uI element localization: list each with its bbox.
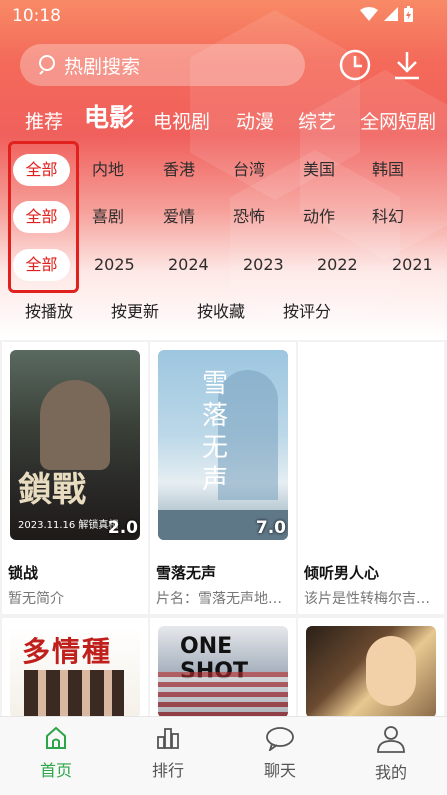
rank-icon <box>157 728 179 749</box>
poster-title: 鎖戰 <box>18 470 86 510</box>
filter-genre-option[interactable]: 科幻 <box>372 199 404 235</box>
filter-genre-option[interactable]: 动作 <box>303 199 335 235</box>
sort-options: 按播放 按更新 按收藏 按评分 <box>0 296 447 328</box>
movie-title: 雪落无声 <box>156 564 217 582</box>
wifi-icon <box>360 7 378 21</box>
filter-region-option[interactable]: 美国 <box>303 152 335 188</box>
filter-highlight-box <box>8 141 79 293</box>
movie-score: 2.0 <box>107 518 138 538</box>
movie-card[interactable]: 多情種 <box>2 618 148 718</box>
movie-card[interactable]: ONE SHOT <box>150 618 296 718</box>
filter-year-option[interactable]: 2024 <box>168 247 209 283</box>
nav-chat-label: 聊天 <box>263 761 296 780</box>
nav-chat[interactable]: 聊天 <box>240 725 320 781</box>
filter-year-option[interactable]: 2022 <box>317 247 358 283</box>
status-icons <box>360 6 413 22</box>
tab-recommend[interactable]: 推荐 <box>25 107 63 134</box>
signal-icon <box>384 7 398 21</box>
poster-figure <box>40 380 110 470</box>
nav-profile[interactable]: 我的 <box>351 725 431 783</box>
download-icon[interactable] <box>390 48 424 82</box>
movie-grid: 鎖戰 2023.11.16 解锁真相 2.0 锁战 暂无简介 雪落无声 7.0 … <box>0 340 447 720</box>
filter-region-option[interactable]: 内地 <box>92 152 124 188</box>
filter-year-option[interactable]: 2021 <box>392 247 433 283</box>
nav-profile-label: 我的 <box>374 763 407 782</box>
home-icon <box>46 726 66 749</box>
search-placeholder: 热剧搜索 <box>64 55 141 78</box>
sort-by-update[interactable]: 按更新 <box>111 296 159 328</box>
tab-variety[interactable]: 综艺 <box>298 107 336 134</box>
bottom-nav: 首页 排行 聊天 我的 <box>0 716 447 795</box>
tab-movie[interactable]: 电影 <box>84 98 134 134</box>
movie-description: 该片是性转梅尔吉… <box>304 591 430 607</box>
battery-icon <box>404 6 413 22</box>
filter-year-option[interactable]: 2025 <box>94 247 135 283</box>
movie-poster[interactable] <box>306 350 436 540</box>
tab-tv[interactable]: 电视剧 <box>153 107 210 134</box>
nav-rank-label: 排行 <box>151 761 184 780</box>
filter-year-option[interactable]: 2023 <box>243 247 284 283</box>
sort-by-plays[interactable]: 按播放 <box>25 296 73 328</box>
movie-poster[interactable]: 雪落无声 7.0 <box>158 350 288 540</box>
sort-by-favorites[interactable]: 按收藏 <box>197 296 245 328</box>
movie-card[interactable]: 鎖戰 2023.11.16 解锁真相 2.0 锁战 暂无简介 <box>2 342 148 614</box>
movie-score: 7.0 <box>255 518 286 538</box>
movie-card[interactable]: 雪落无声 7.0 雪落无声 片名：雪落无声地… <box>150 342 296 614</box>
status-time: 10:18 <box>12 6 61 26</box>
poster-subtitle: 2023.11.16 解锁真相 <box>18 520 119 531</box>
movie-poster[interactable]: 鎖戰 2023.11.16 解锁真相 2.0 <box>10 350 140 540</box>
poster-figure <box>366 636 416 706</box>
filter-genre-option[interactable]: 爱情 <box>163 199 195 235</box>
profile-icon <box>377 726 405 753</box>
sort-by-rating[interactable]: 按评分 <box>283 296 331 328</box>
poster-title: 多情種 <box>22 635 113 668</box>
movie-title: 锁战 <box>8 564 39 582</box>
chat-icon <box>266 727 294 753</box>
movie-title: 倾听男人心 <box>304 564 380 582</box>
history-icon[interactable] <box>338 48 372 82</box>
search-icon <box>39 55 55 75</box>
poster-title: 雪落无声 <box>202 369 229 495</box>
category-tabs: 推荐 电影 电视剧 动漫 综艺 全网短剧 <box>0 98 447 134</box>
filter-genre-option[interactable]: 恐怖 <box>233 199 265 235</box>
filter-region-option[interactable]: 韩国 <box>372 152 404 188</box>
nav-home[interactable]: 首页 <box>16 725 96 781</box>
filter-region-option[interactable]: 台湾 <box>233 152 265 188</box>
tab-anime[interactable]: 动漫 <box>236 107 274 134</box>
poster-flag <box>158 672 288 718</box>
movie-description: 暂无简介 <box>8 591 64 607</box>
poster-figures <box>24 670 124 718</box>
movie-poster[interactable] <box>306 626 436 718</box>
nav-rank[interactable]: 排行 <box>128 725 208 781</box>
movie-description: 片名：雪落无声地… <box>156 591 282 607</box>
filter-genre-option[interactable]: 喜剧 <box>92 199 124 235</box>
movie-card[interactable] <box>298 618 444 718</box>
nav-home-label: 首页 <box>39 761 72 780</box>
search-bar[interactable]: 热剧搜索 <box>20 44 305 86</box>
movie-poster[interactable]: 多情種 <box>10 626 140 718</box>
movie-poster[interactable]: ONE SHOT <box>158 626 288 718</box>
movie-card[interactable]: 倾听男人心 该片是性转梅尔吉… <box>298 342 444 614</box>
status-bar: 10:18 <box>0 0 447 32</box>
tab-shorts[interactable]: 全网短剧 <box>360 107 436 134</box>
filter-region-option[interactable]: 香港 <box>163 152 195 188</box>
